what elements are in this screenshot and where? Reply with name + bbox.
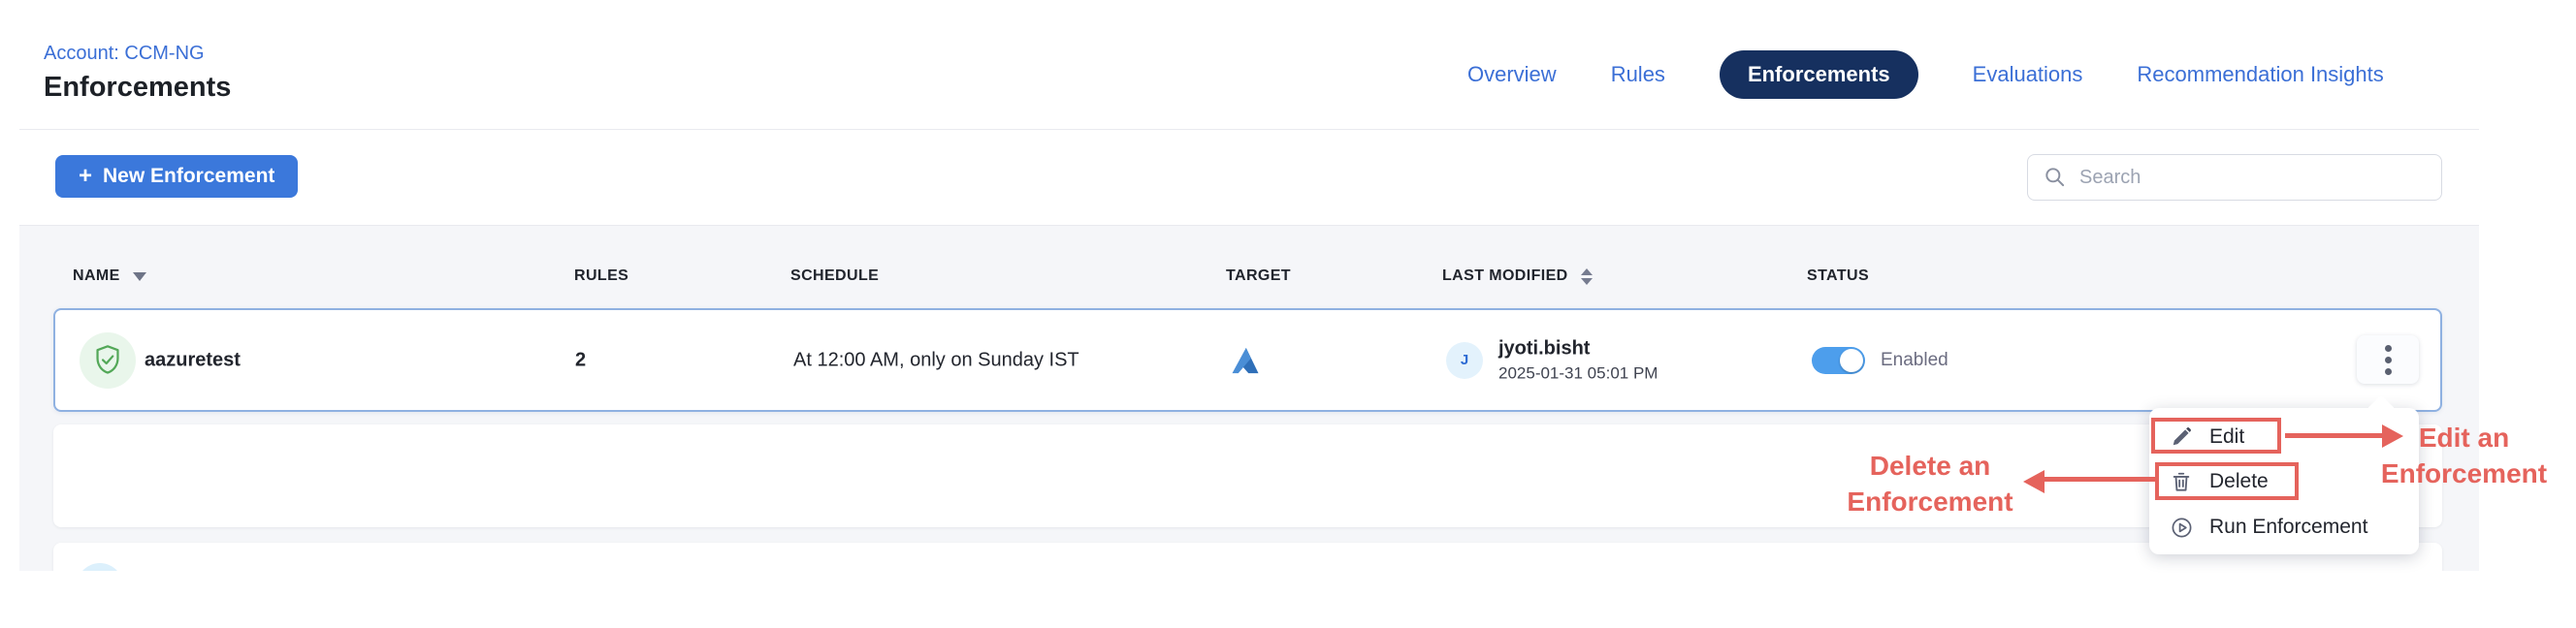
delete-annotation-arrow — [2043, 477, 2155, 482]
status-toggle[interactable] — [1812, 347, 1865, 374]
new-enforcement-label: New Enforcement — [103, 165, 274, 188]
column-header-name[interactable]: NAME — [73, 266, 146, 287]
tab-rules[interactable]: Rules — [1611, 62, 1665, 87]
column-header-rules: RULES — [574, 266, 628, 287]
tab-overview[interactable]: Overview — [1467, 62, 1557, 87]
status-badge: Enabled — [1881, 350, 1948, 371]
shield-check-icon — [92, 344, 123, 377]
delete-annotation-text: Delete an Enforcement — [1819, 448, 2042, 519]
play-circle-icon — [2170, 516, 2193, 539]
enforcements-page: { "header": { "account_label": "Account:… — [0, 0, 2576, 628]
column-header-status: STATUS — [1807, 266, 1869, 287]
table-row[interactable] — [53, 424, 2442, 527]
schedule-text: At 12:00 AM, only on Sunday IST — [793, 349, 1079, 371]
row-actions-menu-button[interactable] — [2357, 335, 2419, 384]
search-input[interactable] — [2079, 167, 2427, 189]
tab-recommendation-insights[interactable]: Recommendation Insights — [2137, 62, 2383, 87]
edit-annotation-text: Edit an Enforcement — [2365, 420, 2563, 491]
toggle-knob — [1840, 349, 1863, 372]
new-enforcement-button[interactable]: + New Enforcement — [55, 155, 298, 198]
last-modified-cell: jyoti.bisht 2025-01-31 05:01 PM — [1498, 337, 1658, 383]
enforcement-type-badge — [77, 563, 123, 571]
search-box[interactable] — [2027, 154, 2442, 201]
column-header-last-modified[interactable]: LAST MODIFIED — [1442, 266, 1593, 287]
enforcements-table: NAME RULES SCHEDULE TARGET LAST MODIFIED… — [19, 226, 2479, 571]
menu-item-run-enforcement[interactable]: Run Enforcement — [2149, 509, 2419, 546]
delete-highlight-box — [2155, 462, 2299, 500]
search-icon — [2043, 165, 2068, 190]
column-header-schedule: SCHEDULE — [790, 266, 879, 287]
modified-by-user: jyoti.bisht — [1498, 337, 1658, 360]
rules-count: 2 — [575, 349, 586, 371]
modified-timestamp: 2025-01-31 05:01 PM — [1498, 363, 1658, 383]
table-row[interactable] — [53, 543, 2442, 571]
azure-target-icon — [1231, 347, 1260, 374]
top-nav: Overview Rules Enforcements Evaluations … — [1467, 50, 2384, 99]
header-divider — [19, 129, 2479, 130]
tab-evaluations[interactable]: Evaluations — [1973, 62, 2083, 87]
plus-icon: + — [79, 165, 92, 188]
account-breadcrumb[interactable]: Account: CCM-NG — [44, 43, 205, 65]
tab-enforcements-active[interactable]: Enforcements — [1720, 50, 1918, 99]
menu-item-label: Run Enforcement — [2209, 516, 2367, 539]
table-row[interactable]: aazuretest 2 At 12:00 AM, only on Sunday… — [53, 308, 2442, 412]
enforcement-type-badge — [80, 332, 136, 389]
column-header-target: TARGET — [1226, 266, 1291, 287]
kebab-icon — [2385, 345, 2392, 352]
edit-highlight-box — [2151, 418, 2281, 454]
sort-arrows-icon — [1581, 268, 1593, 285]
page-title: Enforcements — [44, 72, 231, 104]
enforcement-name[interactable]: aazuretest — [145, 349, 241, 371]
caret-down-icon — [133, 272, 146, 281]
avatar: J — [1446, 342, 1483, 379]
